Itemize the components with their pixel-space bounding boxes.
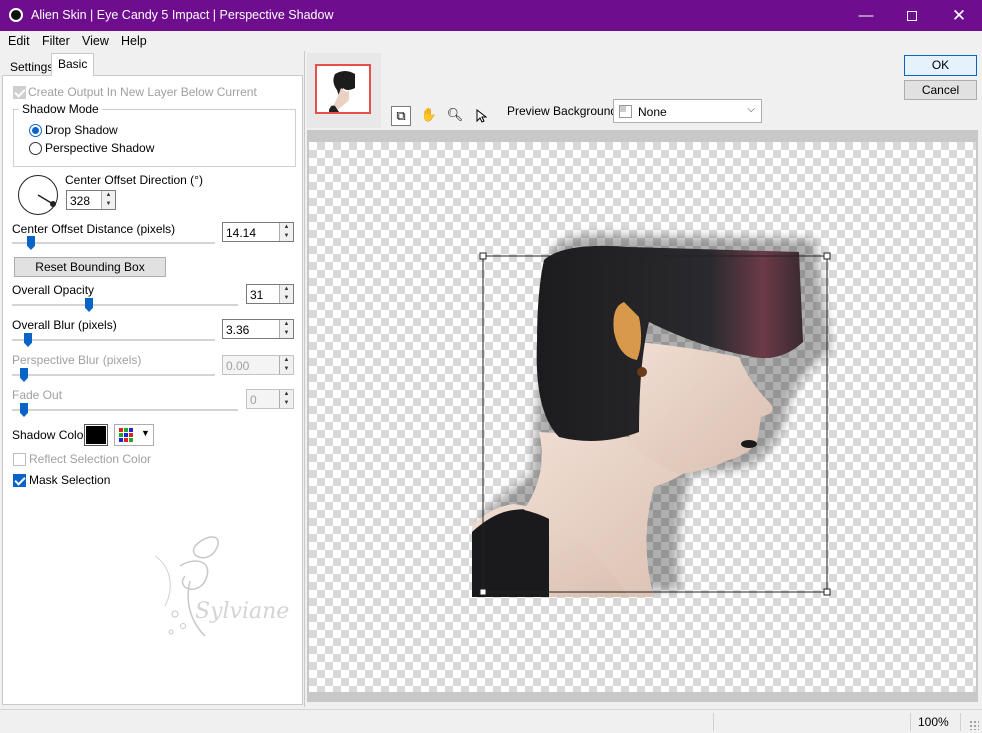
pointer-tool-button[interactable]: [471, 106, 491, 126]
menu-filter[interactable]: Filter: [42, 34, 70, 48]
perspective-blur-input: 0.00 ▲ ▼: [222, 355, 294, 375]
background-swatch-icon: [619, 105, 632, 118]
status-divider: [713, 713, 714, 731]
dial-needle-icon: [37, 194, 56, 207]
center-offset-distance-input[interactable]: 14.14 ▲ ▼: [222, 222, 294, 242]
overall-blur-input[interactable]: 3.36 ▲ ▼: [222, 319, 294, 339]
chevron-down-icon: ▼: [141, 428, 150, 438]
perspective-blur-label: Perspective Blur (pixels): [12, 353, 142, 367]
close-button[interactable]: ✕: [936, 0, 982, 31]
preview-toggle-button[interactable]: ⧉: [391, 106, 411, 126]
overall-blur-slider[interactable]: [24, 333, 32, 347]
center-offset-direction-value: 328: [70, 194, 91, 208]
fade-out-track: [12, 409, 238, 411]
resize-grip-icon[interactable]: [969, 720, 979, 730]
direction-dial[interactable]: [18, 175, 58, 215]
fade-out-value: 0: [250, 393, 257, 407]
pointer-icon: [476, 108, 488, 123]
window-title: Alien Skin | Eye Candy 5 Impact | Perspe…: [31, 8, 334, 22]
overall-opacity-input[interactable]: 31 ▲ ▼: [246, 284, 294, 304]
status-bar: 100%: [0, 709, 982, 733]
preview-background-value: None: [638, 105, 667, 119]
spin-arrows[interactable]: ▲ ▼: [279, 285, 293, 303]
center-offset-direction-input[interactable]: 328 ▲ ▼: [66, 190, 116, 210]
reflect-selection-color-label: Reflect Selection Color: [29, 452, 152, 466]
basic-tab-body: Create Output In New Layer Below Current…: [2, 75, 303, 705]
overall-opacity-slider[interactable]: [85, 298, 93, 312]
preview-toggle-icon: ⧉: [396, 108, 406, 123]
hand-tool-button[interactable]: ✋: [419, 106, 439, 126]
perspective-shadow-label[interactable]: Perspective Shadow: [45, 141, 154, 155]
navigator-thumbnail[interactable]: [315, 64, 371, 114]
preview-background-label: Preview Background:: [507, 104, 621, 118]
color-grid-icon: [119, 428, 133, 442]
center-offset-distance-track[interactable]: [12, 242, 215, 244]
menu-view[interactable]: View: [82, 34, 109, 48]
overall-blur-track[interactable]: [12, 339, 215, 341]
reset-bounding-box-button[interactable]: Reset Bounding Box: [14, 257, 166, 277]
mask-selection-checkbox[interactable]: [13, 474, 26, 487]
spin-arrows[interactable]: ▲ ▼: [279, 320, 293, 338]
drop-shadow-label[interactable]: Drop Shadow: [45, 123, 118, 137]
overall-opacity-value: 31: [250, 288, 264, 302]
shadow-mode-group: [13, 109, 296, 167]
preview-canvas[interactable]: [309, 142, 976, 692]
overall-blur-label: Overall Blur (pixels): [12, 318, 117, 332]
zoom-icon: 🔍︎: [446, 107, 464, 122]
title-bar: Alien Skin | Eye Candy 5 Impact | Perspe…: [0, 0, 982, 31]
maximize-icon: [907, 11, 917, 22]
create-output-checkbox: [13, 86, 26, 99]
drop-shadow-radio[interactable]: [29, 124, 42, 137]
ok-button[interactable]: OK: [904, 55, 977, 76]
center-offset-distance-value: 14.14: [226, 226, 257, 240]
center-offset-distance-label: Center Offset Distance (pixels): [12, 222, 176, 236]
spin-arrows: ▲ ▼: [279, 390, 293, 408]
color-picker-button[interactable]: ▼: [114, 424, 154, 446]
center-offset-direction-label: Center Offset Direction (°): [65, 173, 203, 187]
menu-edit[interactable]: Edit: [8, 34, 30, 48]
status-divider: [960, 713, 961, 731]
cancel-button[interactable]: Cancel: [904, 80, 977, 100]
overall-opacity-track[interactable]: [12, 304, 238, 306]
menu-bar: Edit Filter View Help: [0, 31, 982, 51]
minimize-button[interactable]: —: [843, 0, 889, 31]
shadow-color-swatch[interactable]: [84, 424, 108, 446]
menu-help[interactable]: Help: [121, 34, 147, 48]
preview-frame: [307, 130, 978, 702]
overall-opacity-label: Overall Opacity: [12, 283, 95, 297]
mask-selection-label[interactable]: Mask Selection: [29, 473, 110, 487]
status-divider: [910, 713, 911, 731]
fade-out-input: 0 ▲ ▼: [246, 389, 294, 409]
center-offset-distance-slider[interactable]: [27, 236, 35, 250]
settings-panel: Settings Create Output In New Layer Belo…: [0, 51, 305, 707]
tab-basic[interactable]: Basic: [51, 53, 95, 76]
shadow-color-label: Shadow Color: [12, 428, 88, 442]
watermark-logo: Sylviane: [154, 536, 289, 637]
shadow-mode-label: Shadow Mode: [19, 102, 102, 116]
spin-arrows[interactable]: ▲ ▼: [279, 223, 293, 241]
spin-arrows[interactable]: ▲ ▼: [101, 191, 115, 209]
overall-blur-value: 3.36: [226, 323, 250, 337]
maximize-button[interactable]: [889, 0, 935, 31]
app-icon: [9, 8, 23, 22]
watermark-text: Sylviane: [195, 599, 289, 624]
chevron-down-icon: ⌵: [747, 104, 755, 115]
thumbnail-image: [317, 66, 369, 112]
zoom-level: 100%: [918, 715, 949, 729]
fade-out-label: Fade Out: [12, 388, 63, 402]
fade-out-slider: [20, 403, 28, 417]
navigator-area: [307, 53, 381, 128]
create-output-label: Create Output In New Layer Below Current: [28, 85, 257, 99]
hand-icon: ✋: [420, 107, 438, 122]
perspective-shadow-radio[interactable]: [29, 142, 42, 155]
preview-image: [472, 234, 831, 597]
perspective-blur-value: 0.00: [226, 359, 250, 373]
perspective-blur-track: [12, 374, 215, 376]
perspective-blur-slider: [20, 368, 28, 382]
spin-arrows: ▲ ▼: [279, 356, 293, 374]
preview-background-select[interactable]: None ⌵: [613, 99, 762, 123]
zoom-tool-button[interactable]: 🔍︎: [445, 106, 465, 126]
reflect-selection-color-checkbox: [13, 453, 26, 466]
